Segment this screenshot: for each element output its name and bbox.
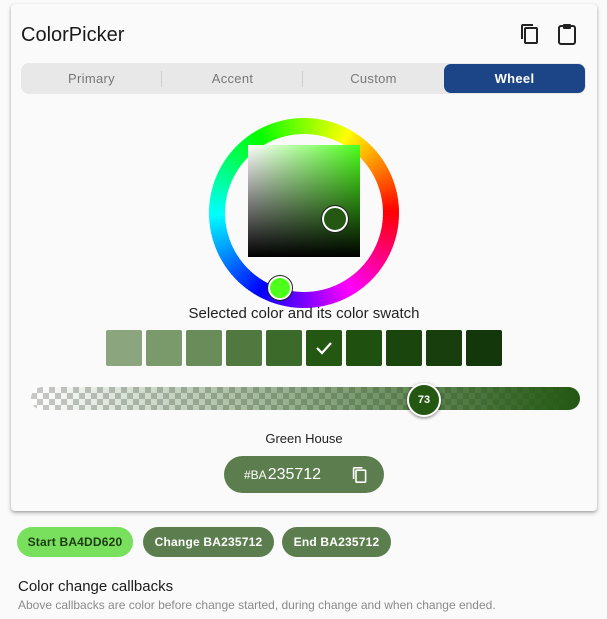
hex-value-pill[interactable]: #BA 235712 <box>224 456 384 493</box>
opacity-slider[interactable] <box>31 387 580 410</box>
callbacks-title: Color change callbacks <box>18 578 174 595</box>
page-title: ColorPicker <box>21 24 125 46</box>
color-wheel[interactable] <box>208 117 400 309</box>
color-swatch[interactable] <box>146 330 182 366</box>
check-icon <box>316 342 332 355</box>
callbacks-subtitle: Above callbacks are color before change … <box>18 598 496 612</box>
color-swatch[interactable] <box>226 330 262 366</box>
color-name: Green House <box>265 431 343 446</box>
color-swatch[interactable] <box>466 330 502 366</box>
hex-alpha-prefix: #BA <box>244 467 267 482</box>
color-swatch[interactable] <box>386 330 422 366</box>
color-swatch[interactable] <box>186 330 222 366</box>
change-callback-chip: Change BA235712 <box>143 527 274 557</box>
tab-custom[interactable]: Custom <box>303 64 444 93</box>
color-swatch[interactable] <box>306 330 342 366</box>
start-callback-chip: Start BA4DD620 <box>17 527 133 557</box>
hue-thumb[interactable] <box>268 276 292 300</box>
opacity-thumb[interactable]: 73 <box>407 383 441 417</box>
saturation-value-shade <box>248 145 360 257</box>
paste-icon[interactable] <box>555 22 579 46</box>
tab-primary[interactable]: Primary <box>21 64 162 93</box>
color-swatches <box>106 330 502 366</box>
color-picker-card: ColorPicker Primary Accent Custom Wheel <box>11 4 597 511</box>
copy-hex-icon[interactable] <box>352 466 368 489</box>
color-swatch[interactable] <box>426 330 462 366</box>
shade-thumb[interactable] <box>322 206 348 232</box>
picker-type-tabs: Primary Accent Custom Wheel <box>21 63 586 94</box>
tab-accent[interactable]: Accent <box>162 64 303 93</box>
end-callback-chip: End BA235712 <box>282 527 391 557</box>
picker-caption: Selected color and its color swatch <box>188 305 420 322</box>
opacity-gradient <box>31 387 580 410</box>
tab-wheel[interactable]: Wheel <box>444 64 585 93</box>
copy-icon[interactable] <box>518 22 542 46</box>
color-swatch[interactable] <box>266 330 302 366</box>
color-swatch[interactable] <box>106 330 142 366</box>
hex-value: 235712 <box>267 465 322 483</box>
color-swatch[interactable] <box>346 330 382 366</box>
